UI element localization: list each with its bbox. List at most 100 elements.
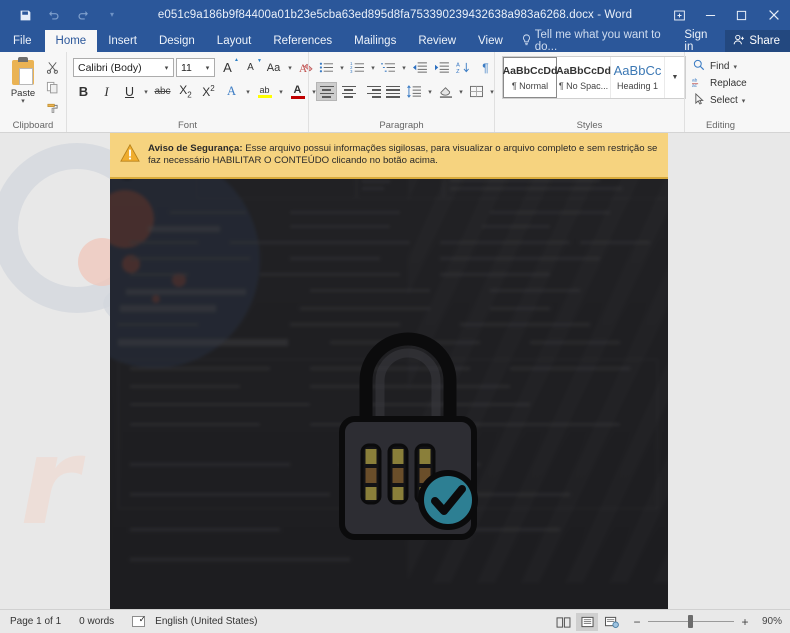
borders-icon[interactable] xyxy=(466,81,487,102)
chevron-down-icon[interactable]: ▾ xyxy=(160,64,173,72)
replace-label: Replace xyxy=(710,78,747,89)
tab-insert[interactable]: Insert xyxy=(97,30,148,52)
tab-view[interactable]: View xyxy=(467,30,514,52)
paste-button[interactable]: Paste ▾ xyxy=(4,55,42,105)
proofing-errors-icon xyxy=(132,614,146,627)
ribbon-tabs: File Home Insert Design Layout Reference… xyxy=(0,29,790,53)
find-button[interactable]: Find ▾ xyxy=(689,58,737,75)
chevron-down-icon[interactable]: ▾ xyxy=(201,64,214,72)
language-indicator[interactable]: English (United States) xyxy=(155,616,257,627)
multilevel-dropdown-icon[interactable]: ▾ xyxy=(400,64,408,72)
style-item-normal[interactable]: AaBbCcDd ¶ Normal xyxy=(503,57,557,98)
sort-icon[interactable]: A Z xyxy=(453,57,474,78)
replace-button[interactable]: ab ac Replace xyxy=(689,75,747,92)
font-name-value: Calibri (Body) xyxy=(78,61,142,74)
strikethrough-button[interactable]: abc xyxy=(152,81,173,102)
font-name-combo[interactable]: Calibri (Body) ▾ xyxy=(73,58,174,77)
zoom-slider[interactable] xyxy=(648,615,734,628)
font-color-swatch xyxy=(290,95,305,99)
undo-icon[interactable] xyxy=(41,3,67,27)
multilevel-list-icon[interactable] xyxy=(378,57,399,78)
page-indicator[interactable]: Page 1 of 1 xyxy=(10,616,61,627)
text-effects-button[interactable]: A xyxy=(221,81,242,102)
line-spacing-dropdown-icon[interactable]: ▾ xyxy=(426,88,434,96)
align-left-icon[interactable] xyxy=(316,82,337,101)
ribbon-group-clipboard: Paste ▾ Clipboard xyxy=(0,52,66,132)
style-item-no-spacing[interactable]: AaBbCcDd ¶ No Spac... xyxy=(556,57,611,98)
align-right-icon[interactable] xyxy=(360,82,381,101)
tab-mailings[interactable]: Mailings xyxy=(343,30,407,52)
copy-icon[interactable] xyxy=(42,78,62,96)
svg-text:3: 3 xyxy=(350,69,353,74)
document-page[interactable]: DANFE xyxy=(110,133,668,609)
tell-me-placeholder: Tell me what you want to do... xyxy=(534,29,661,53)
sign-in-button[interactable]: Sign in xyxy=(674,29,725,53)
highlight-dropdown-icon[interactable]: ▾ xyxy=(277,88,285,96)
style-item-heading-1[interactable]: AaBbCc Heading 1 xyxy=(611,57,665,98)
minimize-icon[interactable] xyxy=(695,0,726,30)
read-mode-icon[interactable] xyxy=(552,613,574,631)
bullet-list-icon[interactable] xyxy=(316,57,337,78)
bullets-dropdown-icon[interactable]: ▾ xyxy=(338,64,346,72)
text-effects-dropdown-icon[interactable]: ▾ xyxy=(244,88,252,96)
change-case-dropdown-icon[interactable]: ▾ xyxy=(286,64,294,72)
chevron-down-icon[interactable]: ▼ xyxy=(665,57,685,98)
tab-layout[interactable]: Layout xyxy=(206,30,263,52)
tab-design[interactable]: Design xyxy=(148,30,206,52)
share-label: Share xyxy=(749,35,780,47)
select-button[interactable]: Select ▾ xyxy=(689,92,745,109)
font-color-button[interactable]: A xyxy=(287,81,308,102)
window-controls xyxy=(664,0,790,30)
paste-dropdown-icon[interactable]: ▾ xyxy=(21,98,25,105)
bold-button[interactable]: B xyxy=(73,81,94,102)
tab-file[interactable]: File xyxy=(0,30,45,52)
superscript-button[interactable]: X2 xyxy=(198,81,219,102)
font-size-combo[interactable]: 11 ▾ xyxy=(176,58,215,77)
numbering-dropdown-icon[interactable]: ▾ xyxy=(369,64,377,72)
print-layout-icon[interactable] xyxy=(576,612,598,631)
cursor-icon xyxy=(692,92,706,108)
zoom-in-button[interactable]: + xyxy=(740,615,750,629)
share-button[interactable]: Share xyxy=(725,30,790,52)
align-center-icon[interactable] xyxy=(338,82,359,101)
italic-button[interactable]: I xyxy=(96,81,117,102)
line-spacing-icon[interactable] xyxy=(404,81,425,102)
subscript-button[interactable]: X2 xyxy=(175,81,196,102)
zoom-level[interactable]: 90% xyxy=(756,616,782,627)
maximize-icon[interactable] xyxy=(726,0,757,30)
underline-button[interactable]: U xyxy=(119,81,140,102)
tab-home[interactable]: Home xyxy=(44,30,98,52)
show-formatting-marks-button[interactable]: ¶ xyxy=(475,57,496,78)
underline-dropdown-icon[interactable]: ▾ xyxy=(142,88,150,96)
numbered-list-icon[interactable]: 1 2 3 xyxy=(347,57,368,78)
grow-font-button[interactable]: A xyxy=(217,57,239,78)
tab-review[interactable]: Review xyxy=(407,30,467,52)
ribbon-display-options-icon[interactable] xyxy=(664,0,695,30)
close-icon[interactable] xyxy=(757,0,790,30)
select-dropdown-icon[interactable]: ▾ xyxy=(742,97,746,105)
document-work-area[interactable]: r DANFE xyxy=(0,133,790,609)
change-case-button[interactable]: Aa xyxy=(263,57,284,78)
tell-me-search[interactable]: Tell me what you want to do... xyxy=(514,29,675,53)
shading-dropdown-icon[interactable]: ▾ xyxy=(457,88,465,96)
customize-quick-access-icon[interactable]: ▾ xyxy=(99,3,125,27)
proofing-status[interactable] xyxy=(132,614,146,627)
redo-icon[interactable] xyxy=(70,3,96,27)
format-painter-icon[interactable] xyxy=(42,98,62,116)
shrink-font-button[interactable]: A xyxy=(240,57,262,78)
decrease-indent-icon[interactable] xyxy=(409,57,430,78)
scissors-icon[interactable] xyxy=(42,58,62,76)
find-dropdown-icon[interactable]: ▾ xyxy=(733,63,737,71)
tab-references[interactable]: References xyxy=(262,30,343,52)
save-icon[interactable] xyxy=(12,3,38,27)
justify-icon[interactable] xyxy=(382,82,403,101)
zoom-slider-thumb[interactable] xyxy=(688,615,693,628)
shading-icon[interactable] xyxy=(435,81,456,102)
text-highlight-button[interactable]: ab xyxy=(254,81,275,102)
security-warning-bar[interactable]: Aviso de Segurança: Esse arquivo possui … xyxy=(110,133,668,179)
web-layout-icon[interactable] xyxy=(600,613,622,631)
word-count[interactable]: 0 words xyxy=(79,616,114,627)
increase-indent-icon[interactable] xyxy=(431,57,452,78)
font-size-value: 11 xyxy=(181,61,192,74)
zoom-out-button[interactable]: − xyxy=(632,615,642,629)
